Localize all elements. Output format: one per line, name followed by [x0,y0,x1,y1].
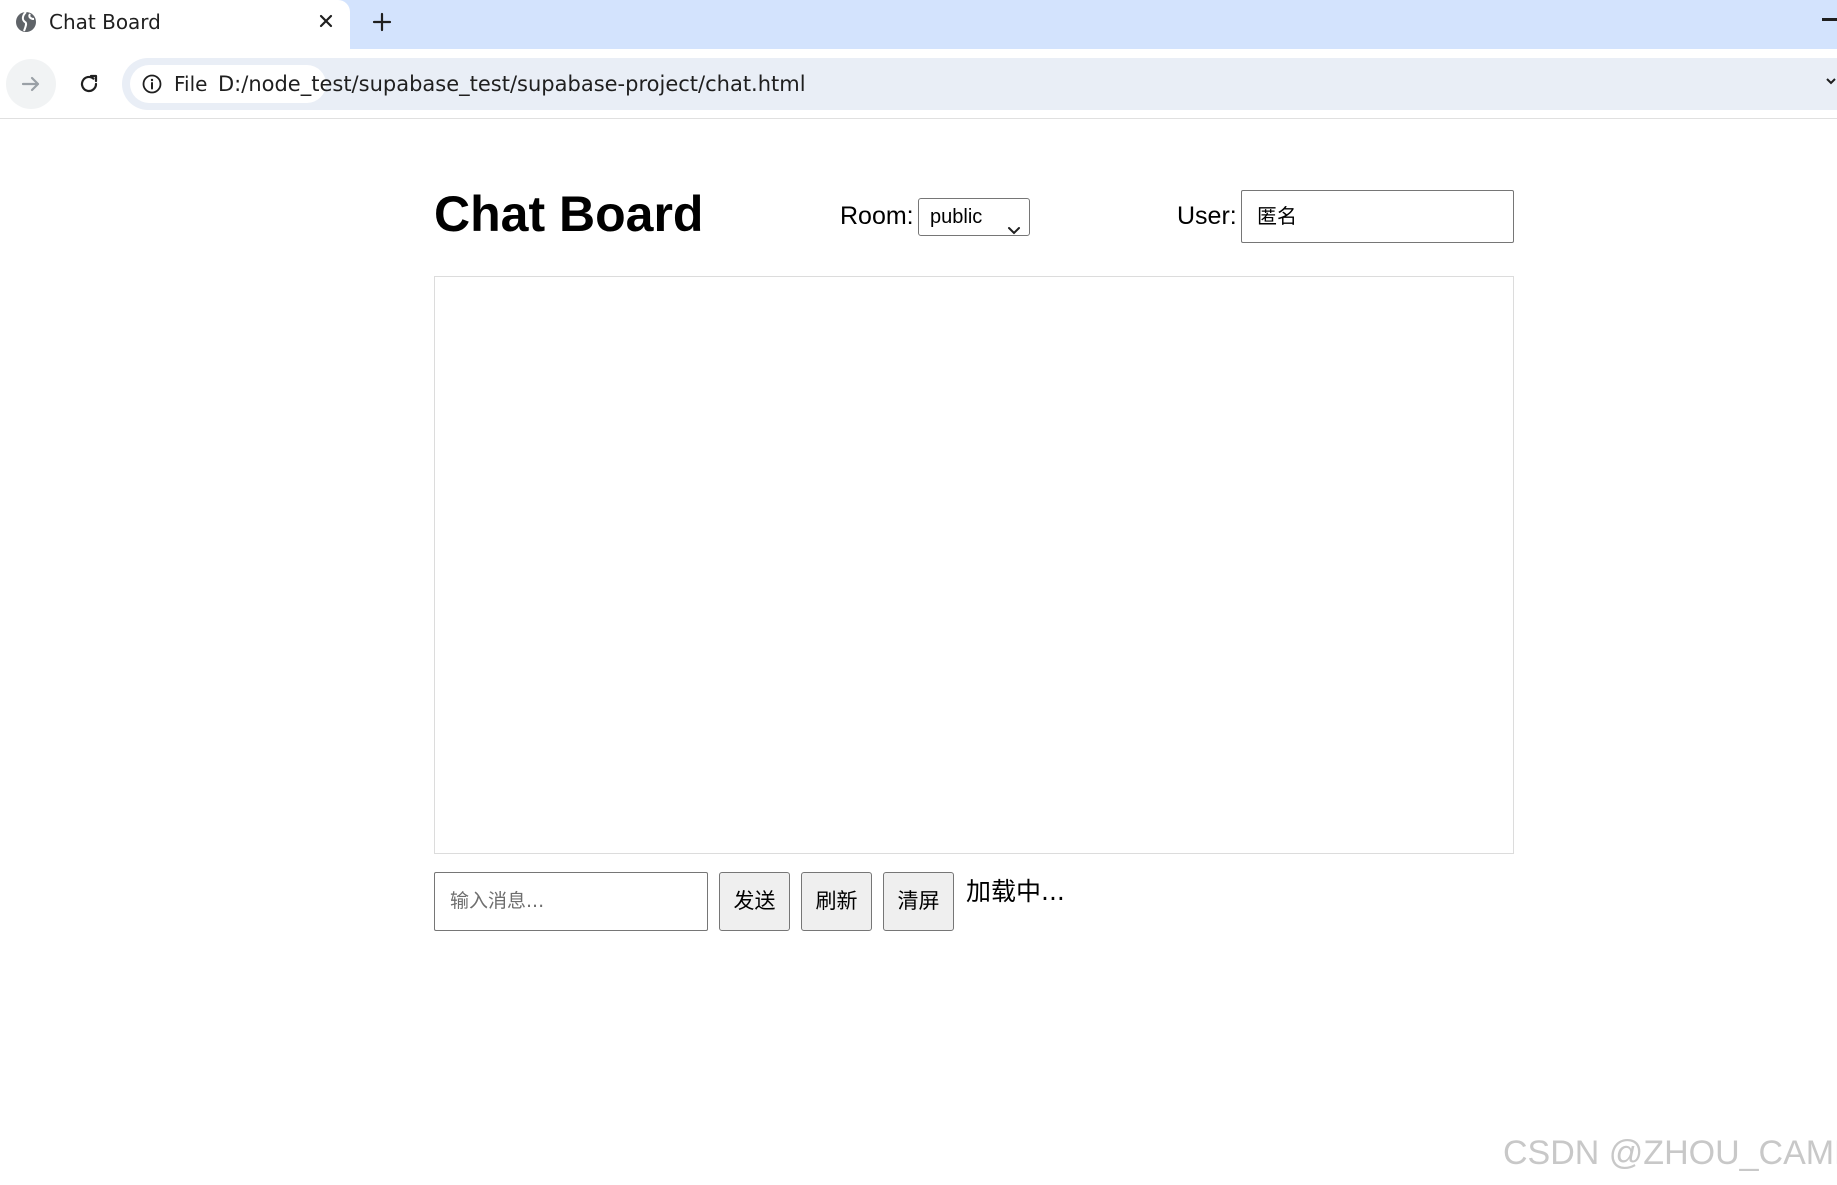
plus-icon[interactable] [368,8,396,36]
url-text: D:/node_test/supabase_test/supabase-proj… [218,72,806,96]
page-title: Chat Board [434,186,704,242]
site-info-label: File [174,72,208,96]
tab-strip: Chat Board [0,0,1837,49]
user-input[interactable]: 匿名 [1241,190,1514,243]
room-label: Room: [840,202,914,230]
refresh-button[interactable]: 刷新 [801,872,872,931]
room-select[interactable]: public [918,198,1030,236]
room-select-value: public [930,206,983,228]
browser-toolbar: File D:/node_test/supabase_test/supabase… [0,49,1837,119]
info-icon [142,74,162,94]
clear-button[interactable]: 清屏 [883,872,954,931]
minimize-icon[interactable] [1822,18,1837,21]
send-button[interactable]: 发送 [719,872,790,931]
message-input[interactable]: 输入消息... [434,872,708,931]
tab-title: Chat Board [49,10,161,34]
chevron-down-icon [1007,212,1021,235]
chevron-down-icon[interactable] [1825,74,1837,86]
arrow-right-icon[interactable] [6,59,56,109]
close-icon[interactable] [314,9,338,33]
browser-tab[interactable]: Chat Board [0,0,350,49]
user-label: User: [1177,202,1237,230]
watermark: CSDN @ZHOU_CAMP [1503,1134,1837,1172]
address-bar[interactable]: File D:/node_test/supabase_test/supabase… [122,58,1837,110]
reload-icon[interactable] [64,59,114,109]
chat-messages[interactable] [434,276,1514,854]
globe-icon [14,10,38,34]
status-text: 加载中... [966,877,1065,906]
